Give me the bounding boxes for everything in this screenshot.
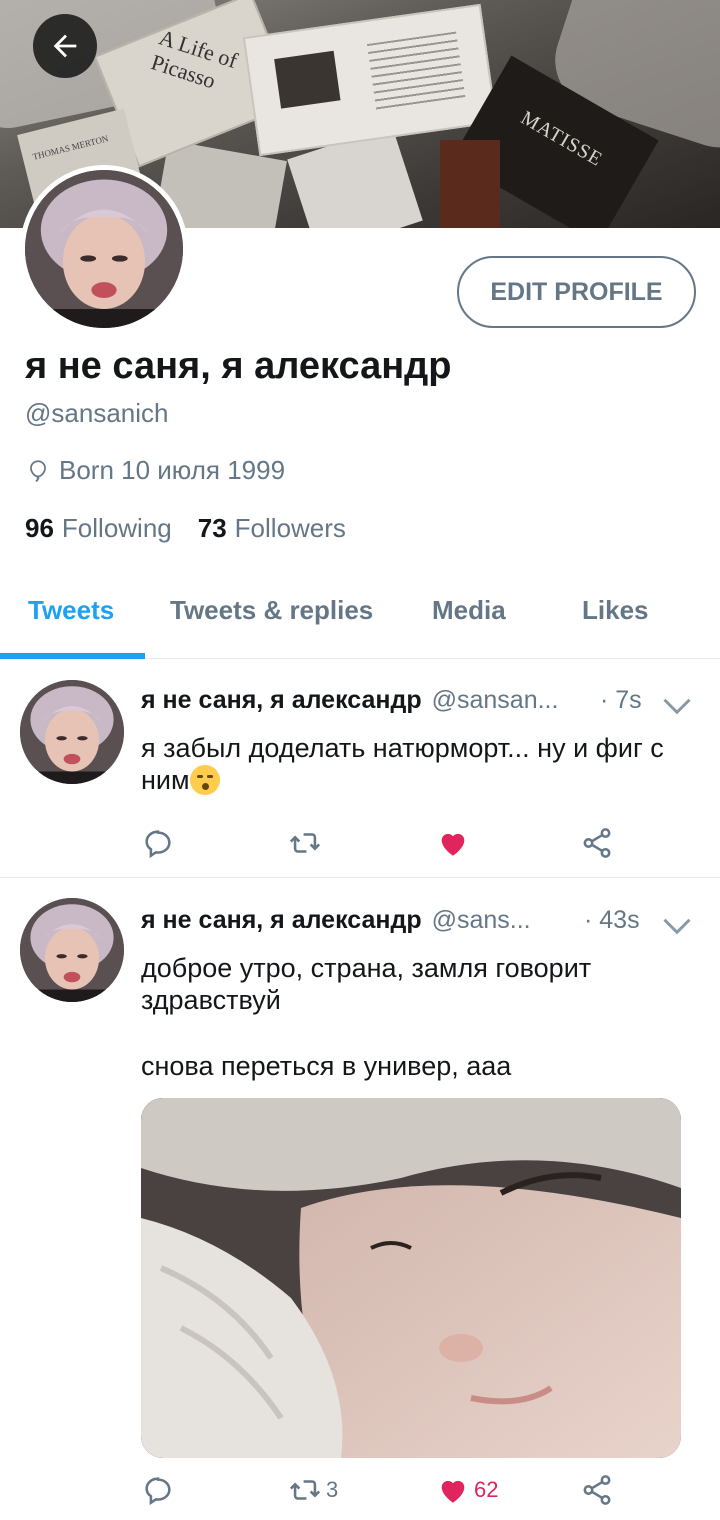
heart-icon	[441, 1480, 465, 1503]
active-tab-indicator	[0, 653, 145, 659]
tab-likes[interactable]: Likes	[582, 595, 649, 626]
share-button[interactable]	[580, 826, 614, 860]
profile-display-name: я не саня, я александр	[25, 345, 452, 387]
tweet-text: доброе утро, страна, замля говорит здрав…	[141, 953, 592, 1015]
following-count: 96	[25, 513, 54, 543]
tweet-author-name[interactable]: я не саня, я александр	[141, 906, 422, 935]
like-button[interactable]: 62	[436, 1473, 498, 1507]
tweet-timestamp: · 7s	[600, 686, 642, 714]
reply-icon	[145, 830, 171, 859]
tweet-actions: 3 62	[0, 1473, 720, 1513]
like-count: 62	[474, 1477, 499, 1502]
tweet-text: я забыл доделать натюрморт... ну и фиг с…	[141, 732, 701, 796]
avatar-image	[20, 680, 124, 784]
back-button[interactable]	[33, 14, 97, 78]
tweet-header: я не саня, я александр @sansan...	[141, 686, 558, 715]
tab-media[interactable]: Media	[432, 595, 506, 626]
retweet-button[interactable]	[288, 826, 322, 860]
retweet-icon	[289, 833, 321, 853]
tweet-media-image[interactable]	[141, 1098, 681, 1458]
tweet-text-line: ним	[141, 765, 190, 795]
followers-label: Followers	[234, 513, 346, 543]
birthday-text: Born 10 июля 1999	[59, 455, 286, 485]
share-icon	[583, 828, 611, 858]
heart-icon	[441, 833, 465, 856]
retweet-count: 3	[326, 1477, 339, 1502]
tweet-header: я не саня, я александр @sans...	[141, 906, 531, 935]
like-button[interactable]	[436, 826, 470, 860]
arrow-left-icon	[53, 34, 77, 58]
following-link[interactable]: 96 Following	[25, 513, 172, 544]
tweet-timestamp: · 43s	[584, 906, 640, 934]
tweet-text: снова переться в универ, ааа	[141, 1051, 512, 1081]
birthday-row: Born 10 июля 1999	[25, 455, 285, 486]
photo	[141, 1098, 681, 1458]
banner-book-title: MATISSE	[517, 106, 607, 171]
reply-icon	[145, 1477, 171, 1506]
chevron-down-icon[interactable]	[662, 916, 692, 936]
tab-tweets-replies[interactable]: Tweets & replies	[170, 595, 373, 626]
retweet-button[interactable]: 3	[288, 1473, 338, 1507]
share-icon	[583, 1475, 611, 1505]
retweet-icon	[289, 1480, 321, 1500]
tweet-avatar[interactable]	[20, 680, 124, 784]
profile-tabs: Tweets Tweets & replies Media Likes	[0, 575, 720, 659]
profile-avatar[interactable]	[20, 165, 188, 333]
followers-link[interactable]: 73 Followers	[198, 513, 346, 544]
balloon-icon	[30, 459, 46, 482]
tweet-author-handle[interactable]: @sansan...	[432, 686, 559, 715]
reply-button[interactable]	[141, 1473, 175, 1507]
follow-stats: 96 Following 73 Followers	[25, 513, 346, 544]
tweet-text-line: я забыл доделать натюрморт... ну и фиг с	[141, 733, 664, 763]
kissing-face-emoji	[189, 765, 220, 795]
tweet-actions	[0, 826, 720, 866]
followers-count: 73	[197, 513, 227, 543]
share-button[interactable]	[580, 1473, 614, 1507]
profile-handle: @sansanich	[25, 398, 169, 428]
tweet-author-handle[interactable]: @sans...	[432, 906, 531, 935]
tab-tweets[interactable]: Tweets	[28, 595, 114, 626]
following-label: Following	[61, 513, 172, 543]
chevron-down-icon[interactable]	[662, 696, 692, 716]
edit-profile-button[interactable]: EDIT PROFILE	[457, 256, 696, 328]
avatar-image	[25, 170, 183, 328]
banner-book-title: THOMAS MERTON	[31, 133, 110, 162]
tweet-author-name[interactable]: я не саня, я александр	[141, 686, 422, 715]
avatar-image	[20, 898, 124, 1002]
reply-button[interactable]	[141, 826, 175, 860]
tweet-avatar[interactable]	[20, 898, 124, 1002]
tweet[interactable]: я не саня, я александр @sansan... · 7s я…	[0, 660, 720, 878]
